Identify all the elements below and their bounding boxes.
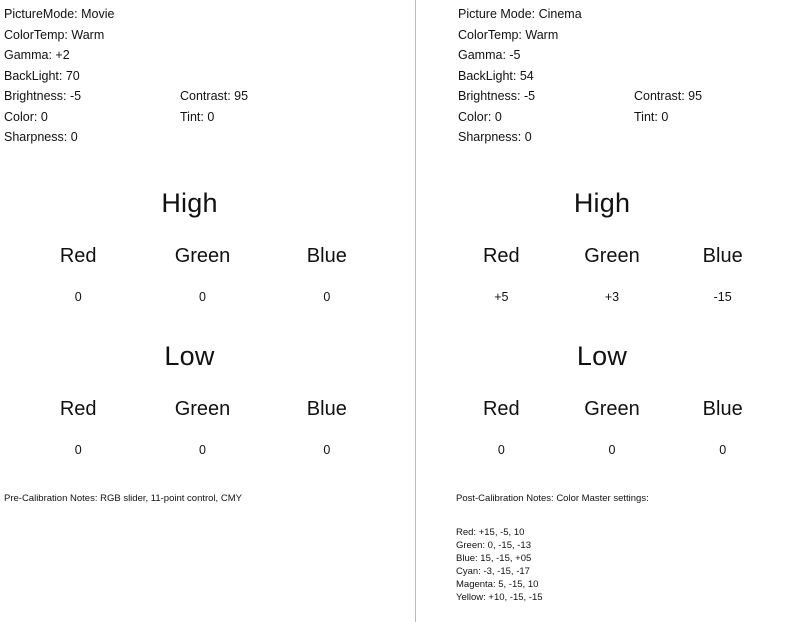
setting-label: Sharpness: 0 [458,130,532,144]
channel-name: Red [59,398,97,420]
setting-label-secondary: Tint: 0 [634,109,669,124]
post-calibration-notes: Post-Calibration Notes: Color Master set… [456,492,649,604]
setting-row-picture-mode: Picture Mode: Cinema [458,4,582,25]
setting-row-brightness-contrast: Brightness: -5 Contrast: 95 [4,86,248,107]
setting-row-backlight: BackLight: 70 [4,66,114,87]
channel-name: Red [482,245,520,267]
channel-green: Green 0 [557,397,668,458]
right-settings-block: Picture Mode: Cinema ColorTemp: Warm Gam… [458,4,702,148]
channel-value: 0 [608,443,616,457]
setting-label: Gamma: -5 [458,48,521,62]
setting-row-backlight: BackLight: 54 [458,66,582,87]
setting-label-secondary: Tint: 0 [180,109,215,124]
color-master-row-cyan: Cyan: -3, -15, -17 [456,566,530,577]
channel-name: Green [584,245,640,267]
channel-green: Green 0 [140,397,264,458]
setting-label: Color: 0 [4,109,48,124]
channel-blue: Blue 0 [265,397,389,458]
channel-name: Blue [702,245,743,267]
channel-red: Red 0 [446,397,557,458]
channel-name: Blue [306,245,347,267]
right-white-balance-low: Low Red 0 Green 0 Blue 0 [416,339,792,458]
channel-value: 0 [323,290,331,304]
setting-label: ColorTemp: Warm [458,27,559,42]
channel-red: Red 0 [16,397,140,458]
channel-green: Green +3 [557,244,668,305]
left-white-balance-high: High Red 0 Green 0 Blue 0 [0,186,415,305]
channel-name: Red [482,398,520,420]
channel-name: Green [174,398,231,420]
setting-row-gamma: Gamma: -5 [458,45,582,66]
white-balance-low-channels: Red 0 Green 0 Blue 0 [416,397,792,458]
notes-heading: Post-Calibration Notes: Color Master set… [456,493,649,504]
channel-name: Green [584,398,640,420]
setting-label-secondary: Contrast: 95 [180,89,249,103]
color-master-row-green: Green: 0, -15, -13 [456,540,531,551]
channel-value: 0 [199,290,206,304]
channel-name: Blue [306,398,347,420]
channel-value: 0 [497,443,505,457]
color-master-row-magenta: Magenta: 5, -15, 10 [456,579,539,590]
channel-name: Green [174,245,231,267]
pre-calibration-notes: Pre-Calibration Notes: RGB slider, 11-po… [4,492,242,505]
color-master-row-yellow: Yellow: +10, -15, -15 [456,592,543,603]
channel-red: Red 0 [16,244,140,305]
calibration-sheet: PictureMode: Movie ColorTemp: Warm Gamma… [0,0,792,622]
channel-green: Green 0 [140,244,264,305]
setting-row-sharpness: Sharpness: 0 [4,127,114,148]
channel-value: +5 [494,290,509,304]
left-settings-block: PictureMode: Movie ColorTemp: Warm Gamma… [4,4,248,148]
channel-value: 0 [719,443,727,457]
setting-row-sharpness: Sharpness: 0 [458,127,582,148]
setting-label: ColorTemp: Warm [4,27,105,42]
setting-label: Gamma: +2 [4,48,70,62]
setting-row-gamma: Gamma: +2 [4,45,114,66]
channel-value: 0 [323,443,331,457]
white-balance-low-title: Low [164,341,215,371]
left-white-balance-low: Low Red 0 Green 0 Blue 0 [0,339,415,458]
channel-blue: Blue 0 [265,244,389,305]
white-balance-high-channels: Red +5 Green +3 Blue -15 [416,244,792,305]
white-balance-high-channels: Red 0 Green 0 Blue 0 [0,244,415,305]
setting-row-color-tint: Color: 0 Tint: 0 [458,107,668,128]
setting-label: Sharpness: 0 [4,130,78,144]
setting-row-color-temp: ColorTemp: Warm [458,25,582,46]
setting-row-color-temp: ColorTemp: Warm [4,25,114,46]
channel-name: Red [59,245,97,267]
notes-heading: Pre-Calibration Notes: RGB slider, 11-po… [4,493,242,504]
setting-row-brightness-contrast: Brightness: -5 Contrast: 95 [458,86,702,107]
setting-label: Brightness: -5 [4,89,82,103]
white-balance-high-title: High [573,188,631,218]
channel-value: +3 [604,290,620,304]
white-balance-low-channels: Red 0 Green 0 Blue 0 [0,397,415,458]
setting-label: Color: 0 [458,109,502,124]
channel-blue: Blue 0 [667,397,778,458]
channel-value: 0 [74,443,82,457]
setting-label: Brightness: -5 [458,89,536,103]
white-balance-high-title: High [161,188,218,218]
channel-value: 0 [74,290,82,304]
white-balance-low-title: Low [576,341,628,371]
color-master-list: Red: +15, -5, 10 Green: 0, -15, -13 Blue… [456,526,649,604]
color-master-row-red: Red: +15, -5, 10 [456,527,525,538]
setting-label: BackLight: 70 [4,68,80,83]
channel-name: Blue [702,398,743,420]
setting-label: BackLight: 54 [458,68,534,83]
setting-label: Picture Mode: Cinema [458,7,582,21]
color-master-row-blue: Blue: 15, -15, +05 [456,553,532,564]
pre-calibration-column: PictureMode: Movie ColorTemp: Warm Gamma… [0,0,415,622]
channel-value: -15 [713,290,732,304]
post-calibration-column: Picture Mode: Cinema ColorTemp: Warm Gam… [416,0,792,622]
right-white-balance-high: High Red +5 Green +3 Blue -15 [416,186,792,305]
channel-red: Red +5 [446,244,557,305]
setting-row-color-tint: Color: 0 Tint: 0 [4,107,214,128]
setting-label: PictureMode: Movie [4,7,115,21]
channel-value: 0 [199,443,206,457]
setting-row-picture-mode: PictureMode: Movie [4,4,114,25]
setting-label-secondary: Contrast: 95 [634,89,703,103]
channel-blue: Blue -15 [667,244,778,305]
